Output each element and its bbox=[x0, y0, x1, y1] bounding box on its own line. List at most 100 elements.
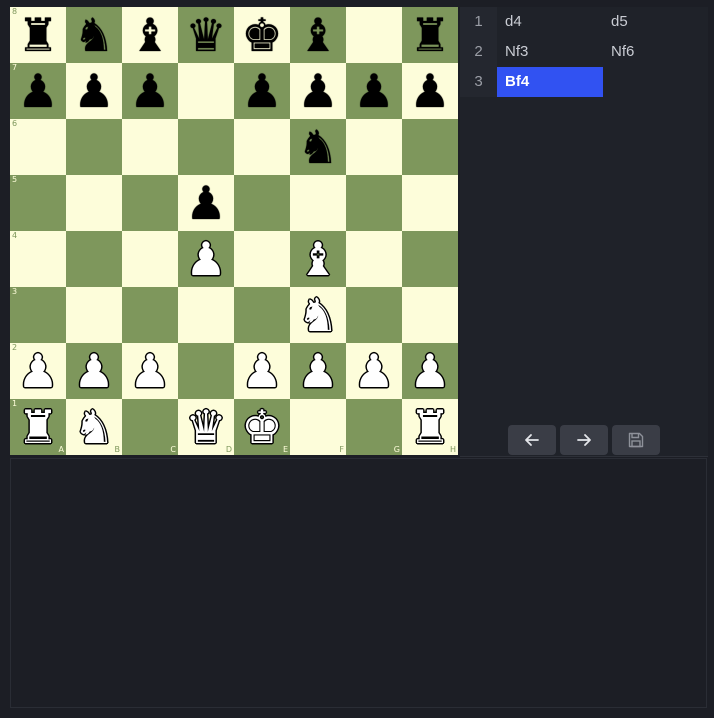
square-h4[interactable] bbox=[402, 231, 458, 287]
black-move[interactable]: d5 bbox=[603, 7, 708, 37]
square-g2[interactable]: ♟ bbox=[346, 343, 402, 399]
square-c4[interactable] bbox=[122, 231, 178, 287]
square-g8[interactable] bbox=[346, 7, 402, 63]
square-d5[interactable]: ♟ bbox=[178, 175, 234, 231]
black-pawn-icon[interactable]: ♟ bbox=[66, 63, 122, 119]
square-e5[interactable] bbox=[234, 175, 290, 231]
black-bishop-icon[interactable]: ♝ bbox=[122, 7, 178, 63]
square-f3[interactable]: ♞ bbox=[290, 287, 346, 343]
black-king-icon[interactable]: ♚ bbox=[234, 7, 290, 63]
white-pawn-icon[interactable]: ♟ bbox=[178, 231, 234, 287]
square-a5[interactable]: 5 bbox=[10, 175, 66, 231]
white-bishop-icon[interactable]: ♝ bbox=[290, 231, 346, 287]
square-f7[interactable]: ♟ bbox=[290, 63, 346, 119]
square-e3[interactable] bbox=[234, 287, 290, 343]
square-b5[interactable] bbox=[66, 175, 122, 231]
white-knight-icon[interactable]: ♞ bbox=[290, 287, 346, 343]
square-b8[interactable]: ♞ bbox=[66, 7, 122, 63]
square-d1[interactable]: D ♛ bbox=[178, 399, 234, 455]
square-c3[interactable] bbox=[122, 287, 178, 343]
square-b3[interactable] bbox=[66, 287, 122, 343]
square-c1[interactable]: C bbox=[122, 399, 178, 455]
square-e1[interactable]: E ♚ bbox=[234, 399, 290, 455]
square-a8[interactable]: 8 ♜ bbox=[10, 7, 66, 63]
black-rook-icon[interactable]: ♜ bbox=[402, 7, 458, 63]
black-pawn-icon[interactable]: ♟ bbox=[290, 63, 346, 119]
white-move[interactable]: Bf4 bbox=[497, 67, 603, 97]
black-pawn-icon[interactable]: ♟ bbox=[346, 63, 402, 119]
square-a3[interactable]: 3 bbox=[10, 287, 66, 343]
square-a4[interactable]: 4 bbox=[10, 231, 66, 287]
square-d8[interactable]: ♛ bbox=[178, 7, 234, 63]
white-move[interactable]: d4 bbox=[497, 7, 603, 37]
square-h2[interactable]: ♟ bbox=[402, 343, 458, 399]
square-h1[interactable]: H ♜ bbox=[402, 399, 458, 455]
square-d2[interactable] bbox=[178, 343, 234, 399]
square-g4[interactable] bbox=[346, 231, 402, 287]
save-button[interactable] bbox=[612, 425, 660, 455]
square-a7[interactable]: 7 ♟ bbox=[10, 63, 66, 119]
white-pawn-icon[interactable]: ♟ bbox=[122, 343, 178, 399]
square-f8[interactable]: ♝ bbox=[290, 7, 346, 63]
black-move[interactable]: Nf6 bbox=[603, 37, 708, 67]
square-f1[interactable]: F bbox=[290, 399, 346, 455]
black-pawn-icon[interactable]: ♟ bbox=[10, 63, 66, 119]
square-b6[interactable] bbox=[66, 119, 122, 175]
square-c6[interactable] bbox=[122, 119, 178, 175]
white-pawn-icon[interactable]: ♟ bbox=[290, 343, 346, 399]
black-bishop-icon[interactable]: ♝ bbox=[290, 7, 346, 63]
black-pawn-icon[interactable]: ♟ bbox=[402, 63, 458, 119]
square-g5[interactable] bbox=[346, 175, 402, 231]
square-h8[interactable]: ♜ bbox=[402, 7, 458, 63]
square-a6[interactable]: 6 bbox=[10, 119, 66, 175]
square-d7[interactable] bbox=[178, 63, 234, 119]
square-g6[interactable] bbox=[346, 119, 402, 175]
square-c8[interactable]: ♝ bbox=[122, 7, 178, 63]
square-f4[interactable]: ♝ bbox=[290, 231, 346, 287]
white-pawn-icon[interactable]: ♟ bbox=[234, 343, 290, 399]
square-c5[interactable] bbox=[122, 175, 178, 231]
square-c2[interactable]: ♟ bbox=[122, 343, 178, 399]
black-pawn-icon[interactable]: ♟ bbox=[178, 175, 234, 231]
square-f5[interactable] bbox=[290, 175, 346, 231]
square-b2[interactable]: ♟ bbox=[66, 343, 122, 399]
black-queen-icon[interactable]: ♛ bbox=[178, 7, 234, 63]
square-c7[interactable]: ♟ bbox=[122, 63, 178, 119]
square-h6[interactable] bbox=[402, 119, 458, 175]
square-h7[interactable]: ♟ bbox=[402, 63, 458, 119]
black-rook-icon[interactable]: ♜ bbox=[10, 7, 66, 63]
square-g3[interactable] bbox=[346, 287, 402, 343]
square-d4[interactable]: ♟ bbox=[178, 231, 234, 287]
square-b4[interactable] bbox=[66, 231, 122, 287]
square-h5[interactable] bbox=[402, 175, 458, 231]
square-e8[interactable]: ♚ bbox=[234, 7, 290, 63]
square-a1[interactable]: 1 A ♜ bbox=[10, 399, 66, 455]
black-pawn-icon[interactable]: ♟ bbox=[122, 63, 178, 119]
square-e4[interactable] bbox=[234, 231, 290, 287]
white-pawn-icon[interactable]: ♟ bbox=[402, 343, 458, 399]
square-a2[interactable]: 2 ♟ bbox=[10, 343, 66, 399]
square-e6[interactable] bbox=[234, 119, 290, 175]
black-knight-icon[interactable]: ♞ bbox=[290, 119, 346, 175]
square-e2[interactable]: ♟ bbox=[234, 343, 290, 399]
square-h3[interactable] bbox=[402, 287, 458, 343]
white-king-icon[interactable]: ♚ bbox=[234, 399, 290, 455]
square-b1[interactable]: B ♞ bbox=[66, 399, 122, 455]
black-pawn-icon[interactable]: ♟ bbox=[234, 63, 290, 119]
previous-move-button[interactable] bbox=[508, 425, 556, 455]
white-pawn-icon[interactable]: ♟ bbox=[66, 343, 122, 399]
next-move-button[interactable] bbox=[560, 425, 608, 455]
square-f6[interactable]: ♞ bbox=[290, 119, 346, 175]
square-d6[interactable] bbox=[178, 119, 234, 175]
square-g7[interactable]: ♟ bbox=[346, 63, 402, 119]
white-move[interactable]: Nf3 bbox=[497, 37, 603, 67]
chess-board[interactable]: 8 ♜ ♞ ♝ ♛ ♚ ♝ ♜ 7 ♟ ♟ ♟ ♟ ♟ ♟ ♟ 6 ♞ 5 ♟ 4 ♟ ♝ 3 ♞ 2 ♟ ♟ ♟ ♟ ♟ ♟ ♟ 1 A ♜ B ♞ C D… bbox=[10, 7, 458, 455]
square-b7[interactable]: ♟ bbox=[66, 63, 122, 119]
square-d3[interactable] bbox=[178, 287, 234, 343]
square-g1[interactable]: G bbox=[346, 399, 402, 455]
square-e7[interactable]: ♟ bbox=[234, 63, 290, 119]
square-f2[interactable]: ♟ bbox=[290, 343, 346, 399]
white-pawn-icon[interactable]: ♟ bbox=[10, 343, 66, 399]
black-knight-icon[interactable]: ♞ bbox=[66, 7, 122, 63]
white-pawn-icon[interactable]: ♟ bbox=[346, 343, 402, 399]
